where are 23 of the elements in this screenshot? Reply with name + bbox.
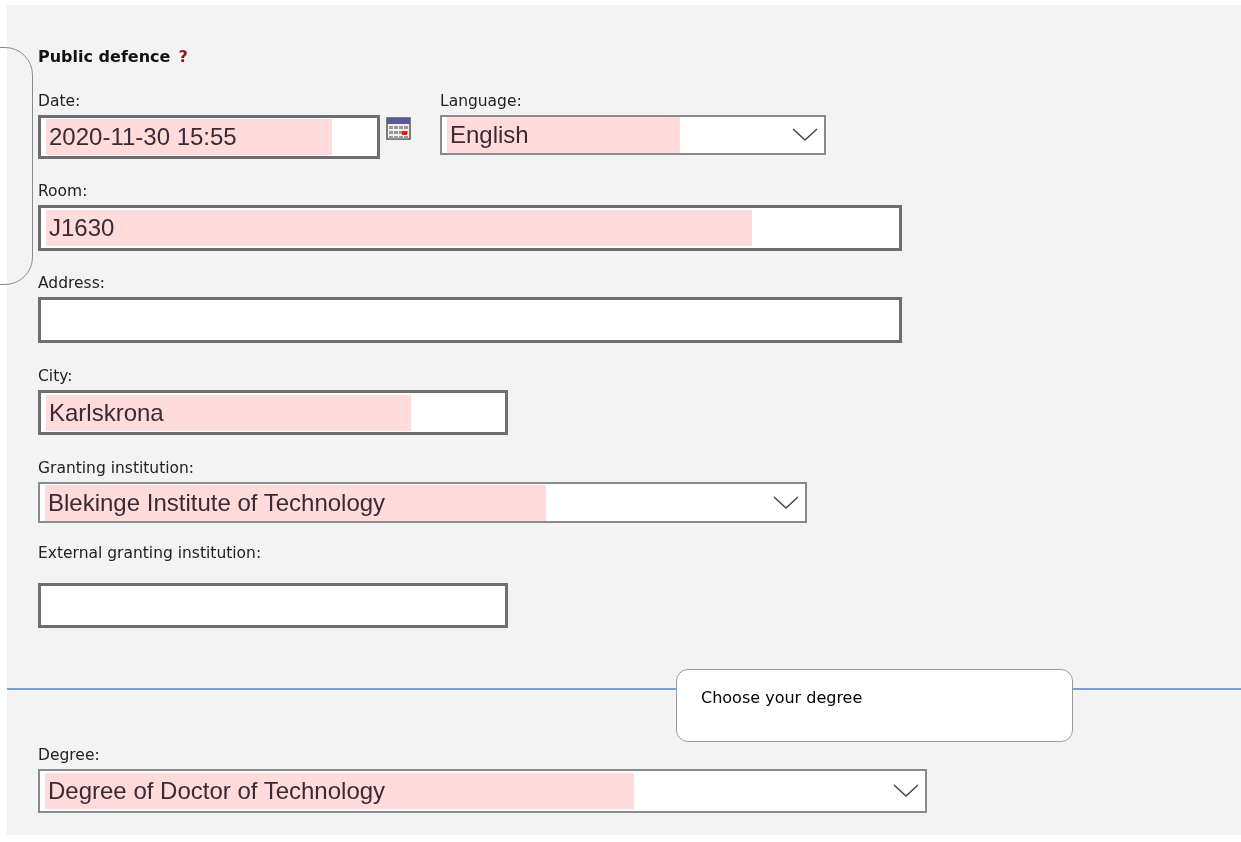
section-title: Public defence (38, 47, 171, 66)
dropdown[interactable]: Degree of Doctor of Technology (38, 769, 927, 813)
chevron-icon (773, 495, 799, 510)
input-field[interactable] (38, 297, 902, 343)
calendar-icon[interactable] (386, 117, 412, 141)
field-label: Room: (38, 181, 89, 201)
field-label: Address: (38, 273, 106, 293)
field-label: Date: (38, 91, 82, 111)
dropdown[interactable]: Blekinge Institute of Technology (38, 482, 807, 523)
field-label: City: (38, 366, 74, 386)
field-label: Degree: (38, 745, 101, 765)
input-field[interactable]: 2020-11-30 15:55 (38, 115, 380, 159)
dropdown[interactable]: English (440, 115, 826, 155)
help-link[interactable]: ? (178, 47, 188, 66)
field-label: Granting institution: (38, 458, 196, 478)
field-label: Language: (440, 91, 523, 111)
input-field[interactable]: Karlskrona (38, 390, 508, 435)
input-field[interactable] (38, 583, 508, 628)
input-field[interactable]: J1630 (38, 205, 902, 251)
chevron-icon (792, 128, 818, 142)
field-label: External granting institution: (38, 543, 263, 563)
callout-text: Choose your degree (676, 669, 1073, 742)
chevron-icon (893, 784, 919, 798)
